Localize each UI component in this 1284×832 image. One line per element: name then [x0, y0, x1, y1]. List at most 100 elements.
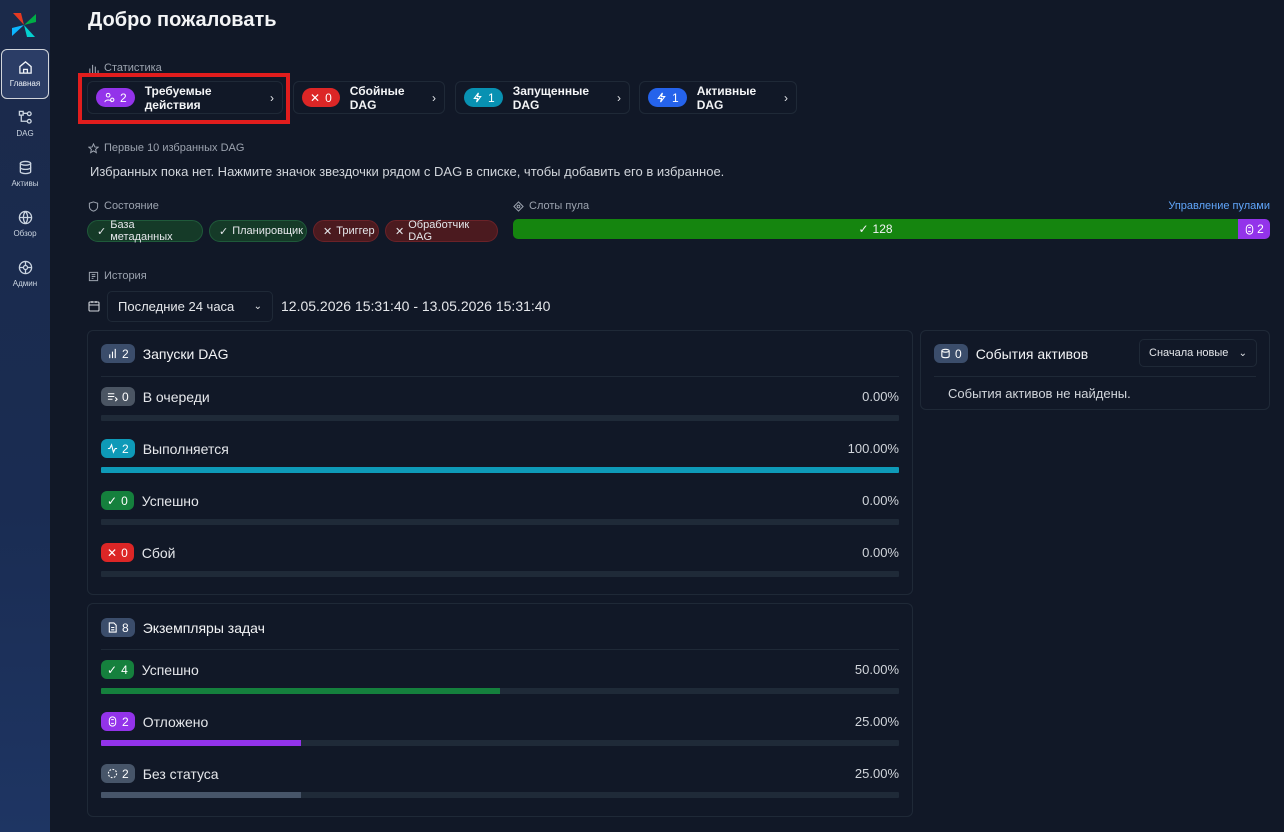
health-triggerer: ✕ Триггер	[313, 220, 379, 242]
status-percent: 0.00%	[862, 545, 899, 560]
star-icon	[88, 142, 99, 154]
bolt-icon	[473, 92, 482, 103]
status-percent: 25.00%	[854, 714, 899, 729]
stat-active-dags[interactable]: 1 Активные DAG ›	[639, 81, 797, 114]
dag-runs-title: 2 Запуски DAG	[101, 344, 229, 363]
progress-track	[101, 519, 899, 525]
chevron-right-icon: ›	[784, 90, 788, 105]
status-row[interactable]: ✕ 0 Сбой 0.00%	[101, 543, 899, 583]
bar-chart-icon	[89, 64, 99, 73]
chevron-right-icon: ›	[432, 90, 436, 105]
count-badge: 2	[101, 439, 135, 458]
hourglass-icon	[108, 716, 117, 727]
count-pill: 1	[648, 88, 687, 107]
pool-deferred-segment[interactable]: 2	[1238, 219, 1270, 239]
nav-label: Активы	[11, 179, 39, 188]
count-badge: ✓ 4	[101, 660, 134, 679]
nav-label: Админ	[12, 279, 38, 288]
divider	[934, 376, 1256, 377]
status-row[interactable]: ✓ 0 Успешно 0.00%	[101, 491, 899, 531]
nav-label: Обзор	[13, 229, 37, 238]
count-badge: ✓ 0	[101, 491, 134, 510]
chevron-down-icon: ⌄	[253, 301, 262, 312]
count-badge: 8	[101, 618, 135, 637]
check-icon: ✓	[107, 662, 118, 677]
nav-browse[interactable]: Обзор	[1, 199, 49, 249]
x-icon: ✕	[323, 225, 333, 238]
stat-running-dags[interactable]: 1 Запущенные DAG ›	[455, 81, 630, 114]
status-percent: 25.00%	[854, 766, 899, 781]
status-label: Выполняется	[142, 440, 229, 457]
nav-home[interactable]: Главная	[1, 49, 49, 99]
task-instances-panel: 8 Экземпляры задач ✓ 4 Успешно 50.00% 2 Отлож…	[87, 603, 913, 817]
status-percent: 50.00%	[854, 662, 899, 677]
nav-label: Главная	[9, 79, 41, 88]
status-row[interactable]: ✓ 4 Успешно 50.00%	[101, 660, 899, 700]
progress-fill	[101, 740, 301, 746]
file-icon	[108, 622, 117, 633]
nav-assets[interactable]: Активы	[1, 149, 49, 199]
settings-icon	[18, 260, 32, 275]
history-icon	[88, 271, 99, 281]
dashed-circle-icon	[107, 768, 118, 779]
count-badge: 0	[934, 344, 968, 363]
x-icon: ✕	[395, 225, 405, 238]
nav-dag[interactable]: DAG	[1, 99, 49, 149]
status-row[interactable]: 2 Выполняется 100.00%	[101, 439, 899, 479]
status-label: В очереди	[142, 388, 210, 405]
check-icon: ✓	[219, 225, 229, 238]
asset-events-title: 0 События активов	[934, 344, 1088, 363]
sidebar: Главная DAG Активы Обзор Админ	[0, 0, 50, 832]
stat-failed-dags[interactable]: ✕ 0 Сбойные DAG ›	[293, 81, 445, 114]
progress-track	[101, 415, 899, 421]
count-badge: 2	[101, 344, 135, 363]
main-content: Добро пожаловать Статистика 2 Требуемые …	[50, 0, 1284, 832]
status-row[interactable]: 0 В очереди 0.00%	[101, 387, 899, 427]
check-icon: ✓	[107, 493, 118, 508]
home-icon	[18, 61, 32, 74]
divider	[101, 376, 899, 377]
pool-slots-bar[interactable]: ✓ 128 2	[513, 219, 1270, 239]
check-icon: ✓	[858, 222, 869, 236]
globe-icon	[18, 210, 32, 225]
period-select[interactable]: Последние 24 часа ⌄	[107, 291, 273, 322]
progress-track	[101, 792, 899, 798]
progress-fill	[101, 792, 301, 798]
check-icon: ✓	[97, 225, 107, 238]
progress-track	[101, 688, 899, 694]
progress-track	[101, 571, 899, 577]
history-label: История	[88, 270, 147, 282]
airflow-logo-icon[interactable]	[9, 10, 39, 40]
asset-events-panel: 0 События активов Сначала новые ⌄ Событи…	[920, 330, 1270, 410]
status-row[interactable]: 2 Без статуса 25.00%	[101, 764, 899, 804]
progress-track	[101, 467, 899, 473]
queue-icon	[107, 393, 118, 402]
status-percent: 0.00%	[862, 389, 899, 404]
bar-chart-icon	[109, 348, 116, 359]
status-percent: 100.00%	[847, 441, 899, 456]
nav-admin[interactable]: Админ	[1, 249, 49, 299]
bolt-icon	[657, 92, 666, 103]
manage-pools-link[interactable]: Управление пулами	[1168, 200, 1270, 212]
sort-select[interactable]: Сначала новые ⌄	[1139, 339, 1257, 367]
page-title: Добро пожаловать	[88, 9, 277, 31]
date-range: 12.05.2026 15:31:40 - 13.05.2026 15:31:4…	[281, 298, 551, 314]
progress-fill	[101, 467, 899, 473]
count-badge: 2	[101, 712, 135, 731]
x-icon: ✕	[107, 545, 118, 560]
activity-icon	[107, 443, 118, 454]
pool-open-segment[interactable]: ✓ 128	[513, 219, 1238, 239]
database-icon	[941, 348, 950, 359]
status-row[interactable]: 2 Отложено 25.00%	[101, 712, 899, 752]
status-label: Без статуса	[142, 765, 219, 782]
chevron-right-icon: ›	[617, 90, 621, 105]
chevron-down-icon: ⌄	[1238, 347, 1247, 359]
status-label: Сбой	[141, 544, 176, 561]
count-badge: ✕ 0	[101, 543, 134, 562]
count-badge: 2	[101, 764, 135, 783]
status-percent: 0.00%	[862, 493, 899, 508]
database-icon	[19, 160, 31, 175]
dag-icon	[18, 110, 32, 124]
health-scheduler: ✓ Планировщик	[209, 220, 307, 242]
health-dag-processor: ✕ Обработчик DAG	[385, 219, 498, 243]
